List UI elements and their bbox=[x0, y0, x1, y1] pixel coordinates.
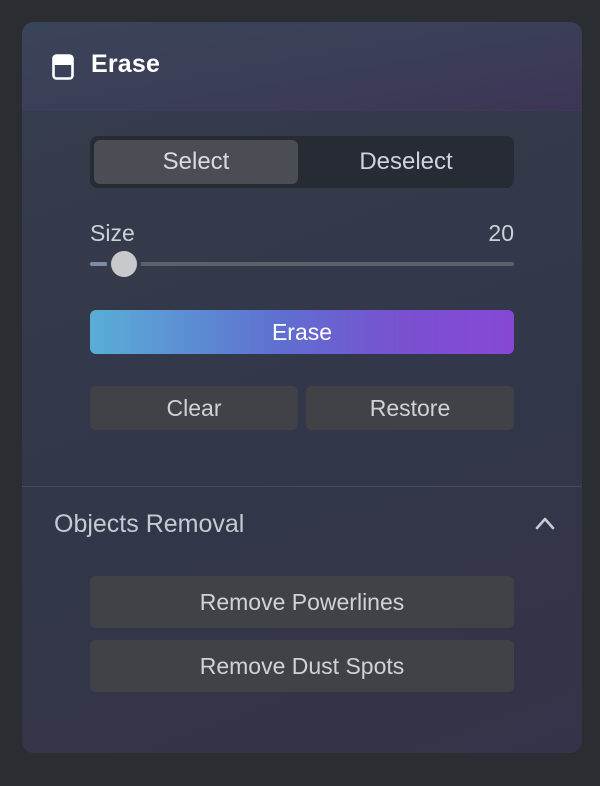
select-mode-toggle: Select Deselect bbox=[90, 136, 514, 188]
section-divider bbox=[22, 486, 582, 487]
remove-powerlines-button[interactable]: Remove Powerlines bbox=[90, 576, 514, 628]
deselect-button[interactable]: Deselect bbox=[302, 140, 510, 184]
erase-panel: Erase Select Deselect Size 20 Erase Clea… bbox=[22, 22, 582, 753]
panel-header: Erase bbox=[22, 22, 582, 110]
panel-title: Erase bbox=[91, 50, 161, 78]
restore-button[interactable]: Restore bbox=[306, 386, 514, 430]
size-slider-thumb[interactable] bbox=[110, 251, 137, 277]
eraser-icon bbox=[52, 54, 74, 80]
chevron-up-icon[interactable] bbox=[534, 515, 556, 531]
remove-dust-spots-button[interactable]: Remove Dust Spots bbox=[90, 640, 514, 692]
size-label: Size bbox=[90, 220, 135, 246]
size-slider-track[interactable] bbox=[90, 262, 514, 266]
size-slider-fill bbox=[90, 262, 107, 266]
clear-button[interactable]: Clear bbox=[90, 386, 298, 430]
objects-removal-title: Objects Removal bbox=[54, 510, 245, 538]
size-value: 20 bbox=[488, 220, 514, 246]
erase-button[interactable]: Erase bbox=[90, 310, 514, 354]
select-button[interactable]: Select bbox=[94, 140, 298, 184]
